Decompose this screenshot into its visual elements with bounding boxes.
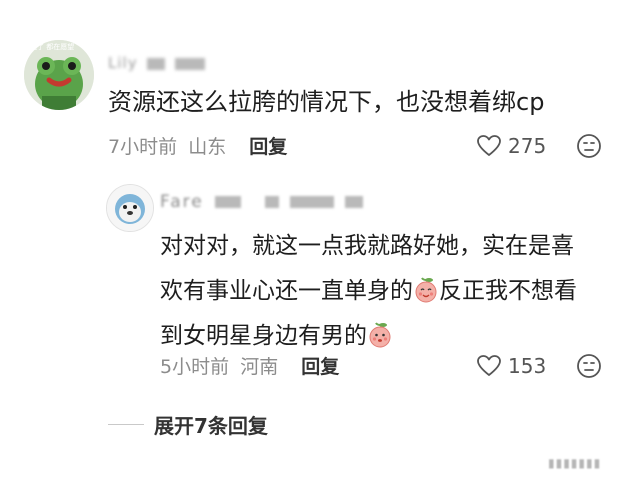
peach-face-emoji <box>369 322 391 348</box>
reply-text-line: 欢有事业心还一直单身的 反正我不想看 <box>160 269 610 314</box>
username[interactable]: Lily <box>108 54 206 74</box>
reply-avatar[interactable] <box>106 184 154 232</box>
comment-text: 资源还这么拉胯的情况下，也没想着绑cp <box>108 88 545 116</box>
username-mosaic <box>175 57 206 70</box>
reply-username-text: Fare <box>160 192 204 212</box>
dislike-button[interactable] <box>575 132 603 160</box>
reply-text: 对对对，就这一点我就路好她，实在是喜 欢有事业心还一直单身的 反正我不想看 到女… <box>160 224 610 359</box>
reply-button[interactable]: 回复 <box>249 132 287 159</box>
username-mosaic <box>345 196 364 208</box>
comment-meta: 7小时前 山东 回复 <box>108 132 287 160</box>
dislike-face-icon <box>577 354 601 378</box>
dislike-face-icon <box>577 134 601 158</box>
like-button[interactable]: 275 <box>476 132 546 160</box>
reply-text-segment: 反正我不想看 <box>439 278 577 304</box>
dislike-button[interactable] <box>575 352 603 380</box>
seal-avatar-icon <box>107 185 153 231</box>
reply-button[interactable]: 回复 <box>301 352 339 379</box>
username-mosaic <box>289 196 334 208</box>
comment-location: 山东 <box>188 136 227 158</box>
username-mosaic <box>264 196 279 208</box>
avatar-caption: 说了 都在愿望 <box>30 43 75 51</box>
reply-text-segment: 到女明星身边有男的 <box>160 323 367 349</box>
comment-time: 7小时前 <box>108 136 178 158</box>
reply-username[interactable]: Fare <box>160 192 364 212</box>
peach-face-emoji <box>415 277 437 303</box>
expand-replies-label: 展开7条回复 <box>154 413 268 438</box>
heart-outline-icon <box>477 135 501 156</box>
reply-location: 河南 <box>240 356 279 378</box>
reply-time: 5小时前 <box>160 356 230 378</box>
like-count: 275 <box>508 134 547 158</box>
username-mosaic <box>147 57 166 70</box>
heart-outline-icon <box>477 355 501 376</box>
like-button[interactable]: 153 <box>476 352 546 380</box>
username-text: Lily <box>108 54 138 72</box>
reply-meta: 5小时前 河南 回复 <box>160 352 339 380</box>
like-count: 153 <box>508 354 547 378</box>
reply-text-segment: 欢有事业心还一直单身的 <box>160 278 413 304</box>
reply-text-line: 对对对，就这一点我就路好她，实在是喜 <box>160 233 574 259</box>
expand-replies-button[interactable]: 展开7条回复 <box>108 410 268 438</box>
watermark: ▮▮▮▮▮▮▮ <box>548 456 602 470</box>
expand-divider <box>108 423 144 425</box>
username-mosaic <box>215 196 242 208</box>
